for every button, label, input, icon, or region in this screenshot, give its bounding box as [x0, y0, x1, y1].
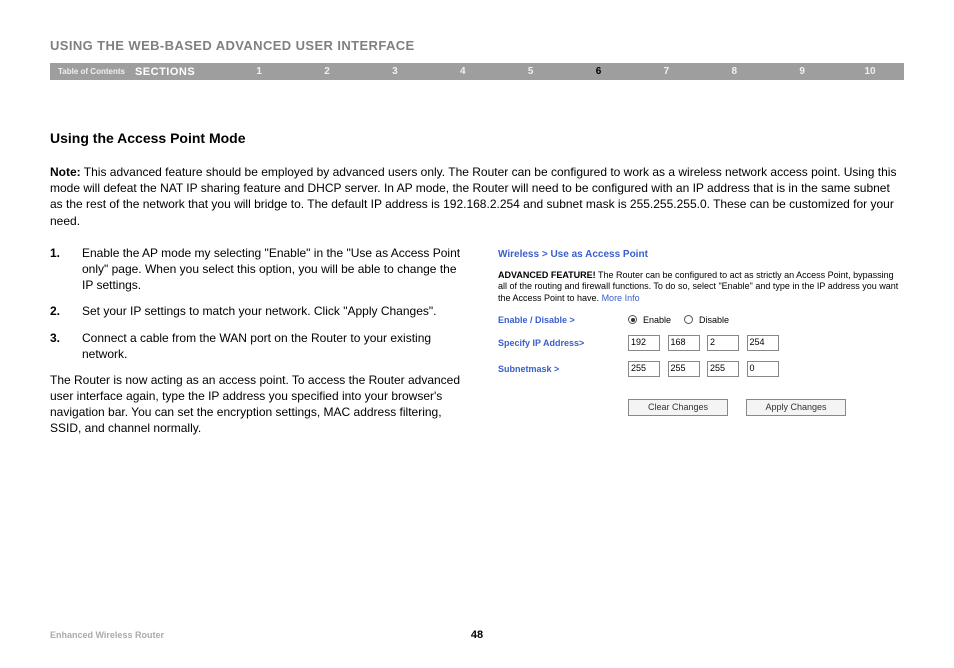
- note-paragraph: Note: This advanced feature should be em…: [50, 164, 904, 229]
- subnetmask-label: Subnetmask >: [498, 364, 628, 374]
- mask-octet-4[interactable]: 0: [747, 361, 779, 377]
- nav-section-10[interactable]: 10: [836, 66, 904, 77]
- step-text: Enable the AP mode my selecting "Enable"…: [82, 245, 470, 294]
- mask-octet-3[interactable]: 255: [707, 361, 739, 377]
- disable-radio[interactable]: [684, 315, 693, 324]
- disable-radio-label: Disable: [699, 315, 729, 325]
- nav-section-8[interactable]: 8: [700, 66, 768, 77]
- sections-label: SECTIONS: [135, 66, 225, 78]
- nav-section-7[interactable]: 7: [632, 66, 700, 77]
- clear-changes-button[interactable]: Clear Changes: [628, 399, 728, 416]
- ip-octet-3[interactable]: 2: [707, 335, 739, 351]
- router-breadcrumb: Wireless > Use as Access Point: [498, 249, 904, 260]
- router-ui-screenshot: Wireless > Use as Access Point ADVANCED …: [498, 245, 904, 437]
- left-column: 1. Enable the AP mode my selecting "Enab…: [50, 245, 470, 437]
- nav-section-6[interactable]: 6: [565, 66, 633, 77]
- section-header: USING THE WEB-BASED ADVANCED USER INTERF…: [50, 38, 904, 53]
- ip-octet-4[interactable]: 254: [747, 335, 779, 351]
- step-3: 3. Connect a cable from the WAN port on …: [50, 330, 470, 362]
- follow-paragraph: The Router is now acting as an access po…: [50, 372, 470, 437]
- enable-disable-row: Enable / Disable > Enable Disable: [498, 315, 904, 325]
- nav-section-3[interactable]: 3: [361, 66, 429, 77]
- step-number: 1.: [50, 245, 82, 294]
- ip-octet-1[interactable]: 192: [628, 335, 660, 351]
- note-text: This advanced feature should be employed…: [50, 165, 896, 228]
- section-nav-bar: Table of Contents SECTIONS 1 2 3 4 5 6 7…: [50, 63, 904, 80]
- apply-changes-button[interactable]: Apply Changes: [746, 399, 846, 416]
- step-text: Set your IP settings to match your netwo…: [82, 303, 436, 319]
- step-number: 2.: [50, 303, 82, 319]
- footer-page-number: 48: [471, 629, 483, 641]
- subnetmask-row: Subnetmask > 255 255 255 0: [498, 361, 904, 377]
- step-2: 2. Set your IP settings to match your ne…: [50, 303, 470, 319]
- mask-octet-2[interactable]: 255: [668, 361, 700, 377]
- step-number: 3.: [50, 330, 82, 362]
- enable-radio-label: Enable: [643, 315, 671, 325]
- nav-section-2[interactable]: 2: [293, 66, 361, 77]
- nav-section-5[interactable]: 5: [497, 66, 565, 77]
- toc-link[interactable]: Table of Contents: [50, 67, 135, 76]
- advanced-feature-label: ADVANCED FEATURE!: [498, 270, 596, 280]
- router-description: ADVANCED FEATURE! The Router can be conf…: [498, 270, 904, 305]
- ip-address-row: Specify IP Address> 192 168 2 254: [498, 335, 904, 351]
- mask-octet-1[interactable]: 255: [628, 361, 660, 377]
- enable-disable-label: Enable / Disable >: [498, 315, 628, 325]
- footer-model-name: Enhanced Wireless Router: [50, 630, 164, 640]
- nav-section-4[interactable]: 4: [429, 66, 497, 77]
- more-info-link[interactable]: More Info: [602, 293, 640, 303]
- step-text: Connect a cable from the WAN port on the…: [82, 330, 470, 362]
- nav-section-1[interactable]: 1: [225, 66, 293, 77]
- nav-section-9[interactable]: 9: [768, 66, 836, 77]
- enable-radio[interactable]: [628, 315, 637, 324]
- ip-address-label: Specify IP Address>: [498, 338, 628, 348]
- ip-octet-2[interactable]: 168: [668, 335, 700, 351]
- page-footer: Enhanced Wireless Router 48: [50, 630, 904, 640]
- page-subheading: Using the Access Point Mode: [50, 130, 904, 146]
- note-label: Note:: [50, 165, 81, 179]
- step-1: 1. Enable the AP mode my selecting "Enab…: [50, 245, 470, 294]
